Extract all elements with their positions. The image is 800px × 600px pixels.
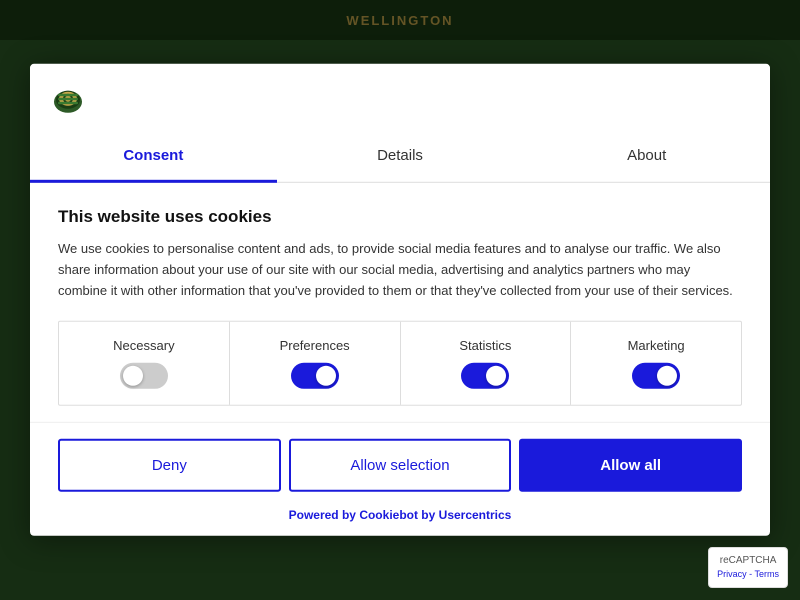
recaptcha-badge: reCAPTCHA Privacy - Terms	[708, 547, 788, 588]
tab-details[interactable]: Details	[277, 129, 524, 182]
toggle-label-necessary: Necessary	[113, 338, 174, 353]
cookiebot-link[interactable]: Cookiebot by Usercentrics	[359, 508, 511, 522]
tab-consent[interactable]: Consent	[30, 129, 277, 182]
toggle-marketing-knob	[657, 366, 677, 386]
modal-logo-row	[30, 64, 770, 129]
recaptcha-line1: reCAPTCHA	[717, 554, 779, 568]
deny-button[interactable]: Deny	[58, 439, 281, 492]
cookie-modal: Consent Details About This website uses …	[30, 64, 770, 536]
allow-all-button[interactable]: Allow all	[519, 439, 742, 492]
toggle-cell-preferences: Preferences	[230, 322, 401, 405]
toggle-label-preferences: Preferences	[280, 338, 350, 353]
tabs: Consent Details About	[30, 129, 770, 183]
toggle-label-statistics: Statistics	[459, 338, 511, 353]
toggle-cell-necessary: Necessary	[59, 322, 230, 405]
allow-selection-button[interactable]: Allow selection	[289, 439, 512, 492]
powered-by: Powered by Cookiebot by Usercentrics	[30, 508, 770, 536]
buttons-row: Deny Allow selection Allow all	[30, 422, 770, 508]
modal-description: We use cookies to personalise content an…	[58, 239, 742, 301]
recaptcha-line2[interactable]: Privacy - Terms	[717, 568, 779, 581]
modal-body: This website uses cookies We use cookies…	[30, 183, 770, 422]
toggles-row: Necessary Preferences Statistics Marketi…	[58, 321, 742, 406]
toggle-statistics[interactable]	[461, 363, 509, 389]
toggle-necessary-knob	[123, 366, 143, 386]
toggle-preferences[interactable]	[291, 363, 339, 389]
cookiebot-logo-icon	[50, 80, 86, 116]
toggle-necessary[interactable]	[120, 363, 168, 389]
modal-title: This website uses cookies	[58, 207, 742, 227]
toggle-preferences-knob	[316, 366, 336, 386]
toggle-marketing[interactable]	[632, 363, 680, 389]
toggle-cell-statistics: Statistics	[401, 322, 572, 405]
toggle-label-marketing: Marketing	[628, 338, 685, 353]
toggle-statistics-knob	[486, 366, 506, 386]
tab-about[interactable]: About	[523, 129, 770, 182]
toggle-cell-marketing: Marketing	[571, 322, 741, 405]
